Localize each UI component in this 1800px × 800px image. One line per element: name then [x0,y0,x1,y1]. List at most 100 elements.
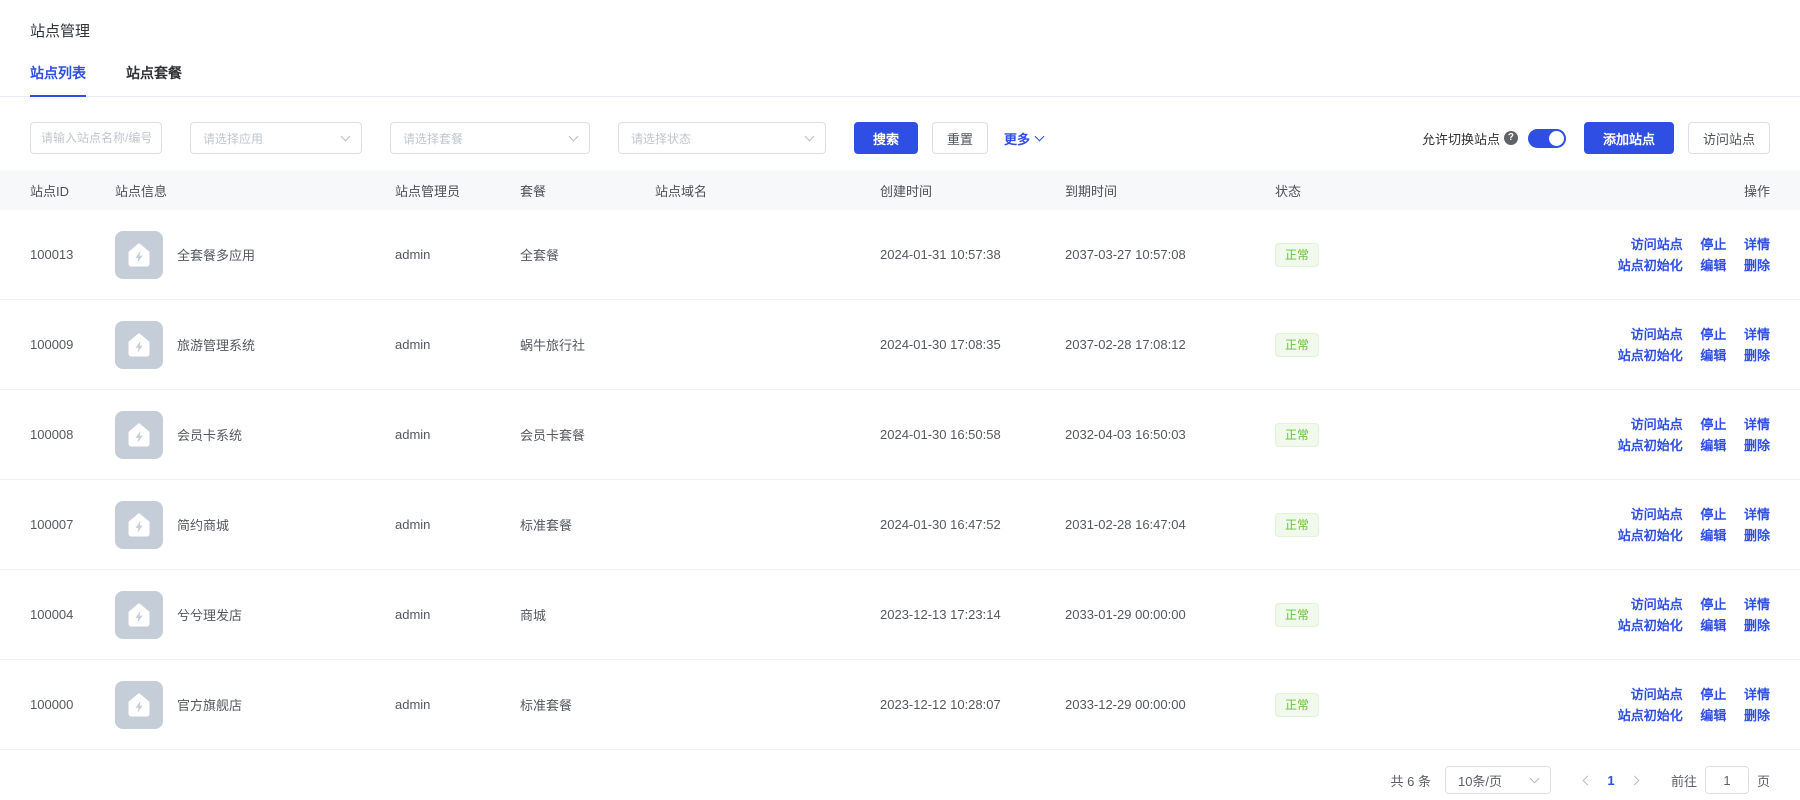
search-button[interactable]: 搜索 [854,122,918,154]
delete-link[interactable]: 删除 [1744,438,1770,453]
visit-site-link[interactable]: 访问站点 [1631,237,1683,252]
site-package: 全套餐 [520,245,655,264]
status-select[interactable]: 请选择状态 [618,122,826,154]
pagination: 共 6 条 10条/页 1 前往 页 [0,750,1800,794]
stop-site-link[interactable]: 停止 [1700,417,1726,432]
chevron-left-icon [1583,775,1593,785]
status-badge: 正常 [1275,423,1319,447]
created-time: 2023-12-12 10:28:07 [880,697,1065,712]
toggle-knob [1549,131,1564,146]
edit-link[interactable]: 编辑 [1700,258,1726,273]
more-label: 更多 [1004,129,1030,148]
filter-bar: 请选择应用 请选择套餐 请选择状态 搜索 重置 更多 允许切换站点 ? 添加站点… [0,97,1800,155]
site-id: 100004 [30,607,115,622]
add-site-button[interactable]: 添加站点 [1584,122,1674,154]
col-header-created: 创建时间 [880,181,1065,200]
status-badge: 正常 [1275,693,1319,717]
table-row: 100007 简约商城 admin 标准套餐 2024-01-30 16:47:… [0,480,1800,570]
delete-link[interactable]: 删除 [1744,528,1770,543]
stop-site-link[interactable]: 停止 [1700,687,1726,702]
allow-switch-label: 允许切换站点 [1422,129,1500,148]
col-header-actions: 操作 [1435,181,1770,200]
package-select[interactable]: 请选择套餐 [390,122,590,154]
site-admin: admin [395,247,520,262]
edit-link[interactable]: 编辑 [1700,618,1726,633]
reset-button[interactable]: 重置 [932,122,988,154]
col-header-site-admin: 站点管理员 [395,181,520,200]
delete-link[interactable]: 删除 [1744,618,1770,633]
table-row: 100013 全套餐多应用 admin 全套餐 2024-01-31 10:57… [0,210,1800,300]
site-id: 100009 [30,337,115,352]
app-select-placeholder: 请选择应用 [203,130,263,147]
init-site-link[interactable]: 站点初始化 [1618,438,1683,453]
goto-page-input[interactable] [1705,766,1749,794]
visit-site-link[interactable]: 访问站点 [1631,687,1683,702]
edit-link[interactable]: 编辑 [1700,708,1726,723]
edit-link[interactable]: 编辑 [1700,528,1726,543]
created-time: 2024-01-30 16:47:52 [880,517,1065,532]
delete-link[interactable]: 删除 [1744,258,1770,273]
site-admin: admin [395,607,520,622]
site-home-flash-icon [115,231,163,279]
delete-link[interactable]: 删除 [1744,348,1770,363]
site-home-flash-icon [115,501,163,549]
site-name: 旅游管理系统 [177,335,255,354]
visit-site-link[interactable]: 访问站点 [1631,417,1683,432]
init-site-link[interactable]: 站点初始化 [1618,348,1683,363]
col-header-status: 状态 [1275,181,1435,200]
chevron-down-icon [341,132,351,142]
status-badge: 正常 [1275,513,1319,537]
chevron-down-icon [569,132,579,142]
init-site-link[interactable]: 站点初始化 [1618,258,1683,273]
page-title: 站点管理 [0,0,1800,41]
tab-site-package[interactable]: 站点套餐 [126,63,182,96]
visit-site-link[interactable]: 访问站点 [1631,597,1683,612]
chevron-down-icon [1530,774,1540,784]
init-site-link[interactable]: 站点初始化 [1618,708,1683,723]
site-name-input[interactable] [30,122,162,154]
created-time: 2023-12-13 17:23:14 [880,607,1065,622]
chevron-right-icon [1630,775,1640,785]
init-site-link[interactable]: 站点初始化 [1618,618,1683,633]
stop-site-link[interactable]: 停止 [1700,327,1726,342]
col-header-package: 套餐 [520,181,655,200]
app-select[interactable]: 请选择应用 [190,122,362,154]
col-header-site-id: 站点ID [30,181,115,200]
detail-link[interactable]: 详情 [1744,597,1770,612]
visit-site-link[interactable]: 访问站点 [1631,507,1683,522]
detail-link[interactable]: 详情 [1744,687,1770,702]
page-number-1[interactable]: 1 [1599,773,1623,788]
detail-link[interactable]: 详情 [1744,237,1770,252]
detail-link[interactable]: 详情 [1744,507,1770,522]
status-badge: 正常 [1275,603,1319,627]
next-page-button[interactable] [1623,766,1649,794]
created-time: 2024-01-30 16:50:58 [880,427,1065,442]
stop-site-link[interactable]: 停止 [1700,507,1726,522]
page-size-select[interactable]: 10条/页 [1445,766,1551,794]
expire-time: 2033-01-29 00:00:00 [1065,607,1275,622]
table-row: 100000 官方旗舰店 admin 标准套餐 2023-12-12 10:28… [0,660,1800,750]
site-name: 全套餐多应用 [177,245,255,264]
init-site-link[interactable]: 站点初始化 [1618,528,1683,543]
page-size-value: 10条/页 [1458,771,1502,790]
edit-link[interactable]: 编辑 [1700,348,1726,363]
allow-switch-toggle[interactable] [1528,129,1566,148]
page-unit-label: 页 [1757,771,1770,790]
visit-site-link[interactable]: 访问站点 [1631,327,1683,342]
detail-link[interactable]: 详情 [1744,417,1770,432]
delete-link[interactable]: 删除 [1744,708,1770,723]
more-button[interactable]: 更多 [1004,129,1043,148]
visit-site-button[interactable]: 访问站点 [1688,122,1770,154]
created-time: 2024-01-30 17:08:35 [880,337,1065,352]
tab-site-list[interactable]: 站点列表 [30,63,86,96]
site-id: 100000 [30,697,115,712]
status-badge: 正常 [1275,333,1319,357]
detail-link[interactable]: 详情 [1744,327,1770,342]
help-icon[interactable]: ? [1504,131,1518,145]
stop-site-link[interactable]: 停止 [1700,237,1726,252]
prev-page-button[interactable] [1573,766,1599,794]
stop-site-link[interactable]: 停止 [1700,597,1726,612]
site-table: 站点ID 站点信息 站点管理员 套餐 站点域名 创建时间 到期时间 状态 操作 … [0,170,1800,750]
edit-link[interactable]: 编辑 [1700,438,1726,453]
tab-bar: 站点列表 站点套餐 [0,63,1800,97]
